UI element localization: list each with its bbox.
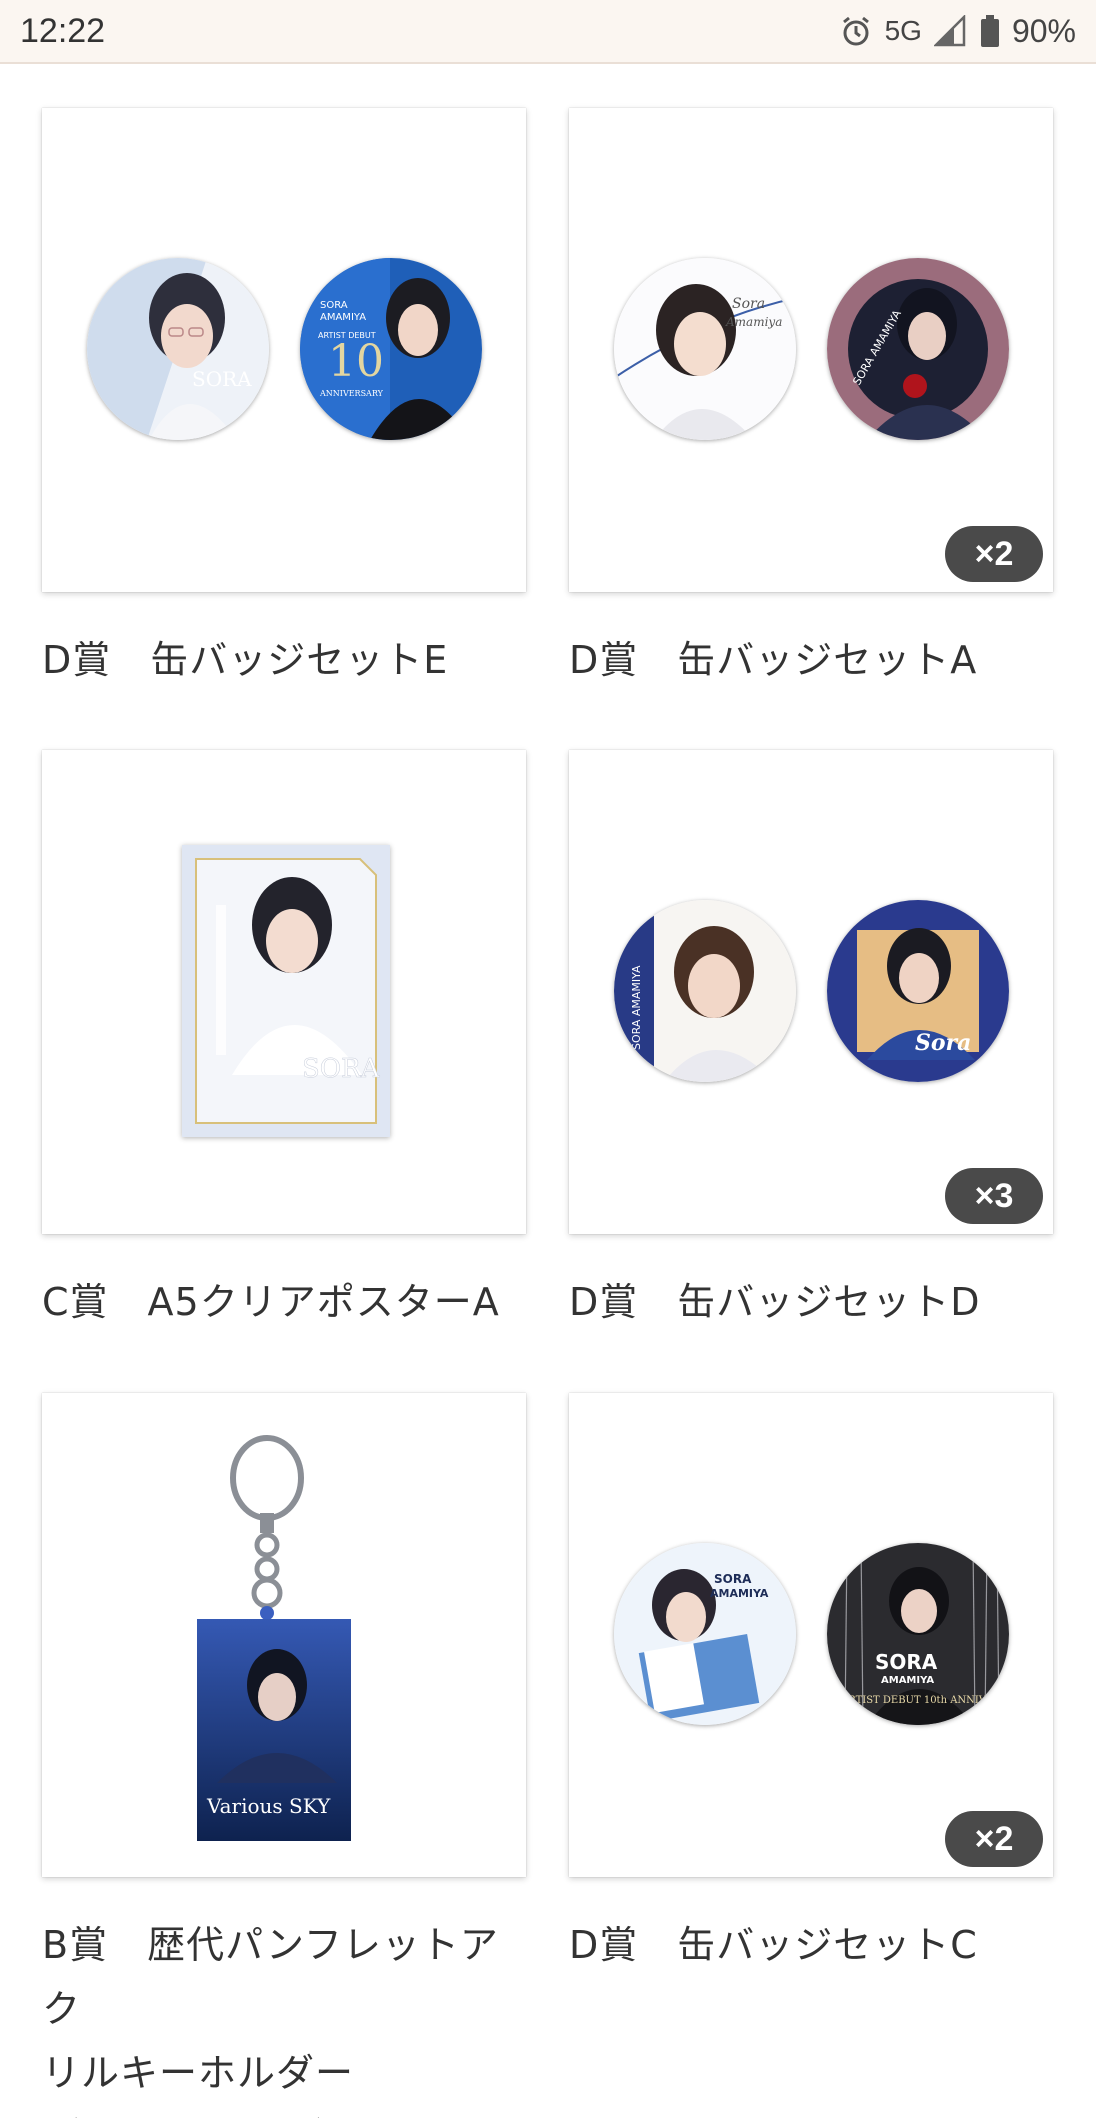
svg-text:SORA: SORA (192, 367, 252, 391)
svg-text:SORA: SORA (714, 1572, 752, 1586)
can-badge-image: SORA (87, 258, 269, 440)
svg-text:Amamiya: Amamiya (725, 315, 782, 329)
product-image[interactable]: SORA AMAMIYA Sora ×3 (569, 750, 1053, 1234)
svg-text:SORA AMAMIYA: SORA AMAMIYA (630, 965, 643, 1050)
quantity-badge: ×3 (945, 1168, 1043, 1224)
alarm-icon (839, 14, 873, 48)
svg-text:ANNIVERSARY: ANNIVERSARY (319, 389, 384, 398)
can-badge-image: SORA AMAMIYA ARTIST DEBUT 10th ANNIVERSA… (827, 1543, 1009, 1725)
product-card[interactable]: SORA C賞 A5クリアポスターA (42, 750, 526, 1334)
can-badge-image: SORA AMAMIYA ARTIST DEBUT 10 ANNIVERSARY (300, 258, 482, 440)
product-card[interactable]: SORA AMAMIYA Sora ×3 D賞 缶バッジセットD (569, 750, 1053, 1334)
acrylic-keychain-image: Various SKY (197, 1423, 377, 1853)
svg-text:AMAMIYA: AMAMIYA (710, 1587, 769, 1600)
product-image[interactable]: SORA SORA AMAMIYA ARTIST DEBUT 10 ANNIVE… (42, 108, 526, 592)
can-badge-image: SORA AMAMIYA (614, 1543, 796, 1725)
svg-text:Various SKY: Various SKY (206, 1794, 331, 1818)
can-badge-image: SORA AMAMIYA (614, 900, 796, 1082)
product-grid: SORA SORA AMAMIYA ARTIST DEBUT 10 ANNIVE… (0, 64, 1096, 2118)
battery-level: 90% (1011, 12, 1076, 49)
quantity-badge: ×2 (945, 1811, 1043, 1867)
status-bar: 12:22 5G 90% (0, 0, 1096, 64)
product-caption[interactable]: B賞 歴代パンフレットアク リルキーホルダー （Various SKY） (42, 1913, 526, 2118)
svg-text:ARTIST DEBUT 10th ANNIVERSARY: ARTIST DEBUT 10th ANNIVERSARY (840, 1695, 1009, 1706)
svg-text:Sora: Sora (915, 1030, 971, 1056)
product-image[interactable]: Various SKY (42, 1393, 526, 1877)
network-label: 5G (884, 15, 922, 46)
caption-line: B賞 歴代パンフレットアク (42, 1923, 499, 2031)
caption-line: （Various SKY） (42, 2105, 526, 2118)
battery-icon (980, 14, 1000, 48)
svg-text:AMAMIYA: AMAMIYA (881, 1675, 934, 1686)
product-caption[interactable]: D賞 缶バッジセットC (569, 1913, 1053, 1977)
caption-line: リルキーホルダー (42, 2051, 355, 2095)
svg-text:AMAMIYA: AMAMIYA (320, 312, 366, 323)
product-image[interactable]: Sora Amamiya SORA AMAMIYA ×2 (569, 108, 1053, 592)
clear-poster-image: SORA (182, 845, 390, 1137)
product-caption[interactable]: D賞 缶バッジセットE (42, 628, 526, 692)
product-card[interactable]: SORA SORA AMAMIYA ARTIST DEBUT 10 ANNIVE… (42, 108, 526, 692)
product-image[interactable]: SORA AMAMIYA SORA AMAMIYA ARTIST DEBUT 1… (569, 1393, 1053, 1877)
svg-text:SORA: SORA (302, 1054, 381, 1084)
can-badge-image: SORA AMAMIYA (827, 258, 1009, 440)
product-card[interactable]: SORA AMAMIYA SORA AMAMIYA ARTIST DEBUT 1… (569, 1393, 1053, 1977)
can-badge-image: Sora (827, 900, 1009, 1082)
product-image[interactable]: SORA (42, 750, 526, 1234)
svg-text:Sora: Sora (732, 296, 765, 312)
svg-text:SORA: SORA (875, 1650, 938, 1674)
product-card[interactable]: Sora Amamiya SORA AMAMIYA ×2 D賞 缶バッジセットA (569, 108, 1053, 692)
svg-text:10: 10 (328, 336, 384, 387)
product-caption[interactable]: C賞 A5クリアポスターA (42, 1270, 526, 1334)
svg-text:SORA: SORA (320, 300, 348, 311)
can-badge-image: Sora Amamiya (614, 258, 796, 440)
product-card[interactable]: Various SKY B賞 歴代パンフレットアク リルキーホルダー （Vari… (42, 1393, 526, 2118)
status-icons: 5G 90% (839, 13, 1076, 50)
signal-icon (933, 15, 968, 47)
product-caption[interactable]: D賞 缶バッジセットA (569, 628, 1053, 692)
status-time: 12:22 (20, 11, 106, 50)
product-caption[interactable]: D賞 缶バッジセットD (569, 1270, 1053, 1334)
quantity-badge: ×2 (945, 526, 1043, 582)
